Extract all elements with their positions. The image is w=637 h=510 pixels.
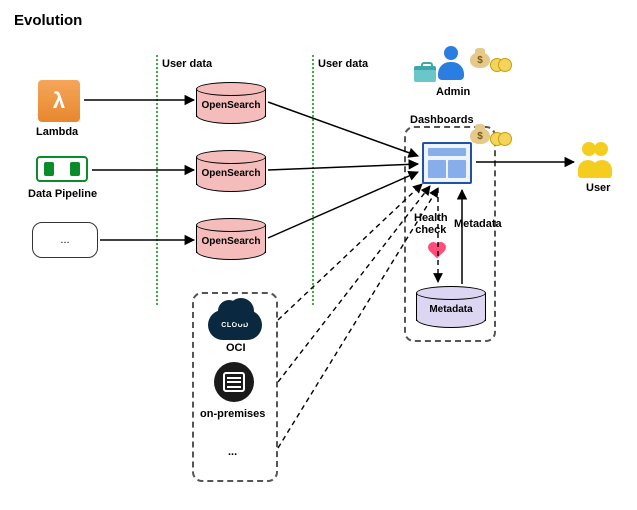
opensearch-db-3: OpenSearch [196, 218, 266, 260]
data-pipeline-label: Data Pipeline [28, 188, 97, 200]
lambda-icon [38, 80, 80, 122]
onprem-icon [214, 362, 254, 402]
arrows-layer [0, 0, 637, 510]
boundary-left-label: User data [162, 58, 212, 70]
opensearch-db-1: OpenSearch [196, 82, 266, 124]
money-bag-icon-dash: $ [470, 122, 490, 144]
opensearch-label-3: OpenSearch [196, 222, 266, 260]
lambda-label: Lambda [36, 126, 78, 138]
opensearch-db-2: OpenSearch [196, 150, 266, 192]
opensearch-label-1: OpenSearch [196, 86, 266, 124]
metadata-db: Metadata [416, 286, 486, 328]
dashboards-icon [422, 142, 472, 184]
alt-other-label: ... [228, 446, 237, 458]
boundary-left [156, 55, 158, 305]
opensearch-label-2: OpenSearch [196, 154, 266, 192]
oci-label: OCI [226, 342, 246, 354]
data-pipeline-icon [36, 156, 88, 182]
health-check-label: Health check [414, 212, 448, 236]
dashboards-label: Dashboards [410, 114, 474, 126]
boundary-right-label: User data [318, 58, 368, 70]
coins-icon-admin [490, 56, 512, 72]
metadata-db-label: Metadata [416, 290, 486, 328]
page-title: Evolution [14, 12, 82, 29]
money-bag-icon-admin: $ [470, 46, 490, 68]
admin-label: Admin [436, 86, 470, 98]
briefcase-icon [414, 66, 436, 82]
onprem-label: on-premises [200, 408, 265, 420]
metadata-edge-label: Metadata [454, 218, 502, 230]
coins-icon-dash [490, 130, 512, 146]
source-other-label: ... [60, 234, 69, 246]
cloud-badge-text: CLOUD [208, 310, 262, 340]
user-icon [578, 142, 614, 178]
cloud-icon: CLOUD [208, 310, 262, 340]
boundary-right [312, 55, 314, 305]
source-other-box: ... [32, 222, 98, 258]
admin-icon [436, 46, 466, 80]
user-label: User [586, 182, 610, 194]
